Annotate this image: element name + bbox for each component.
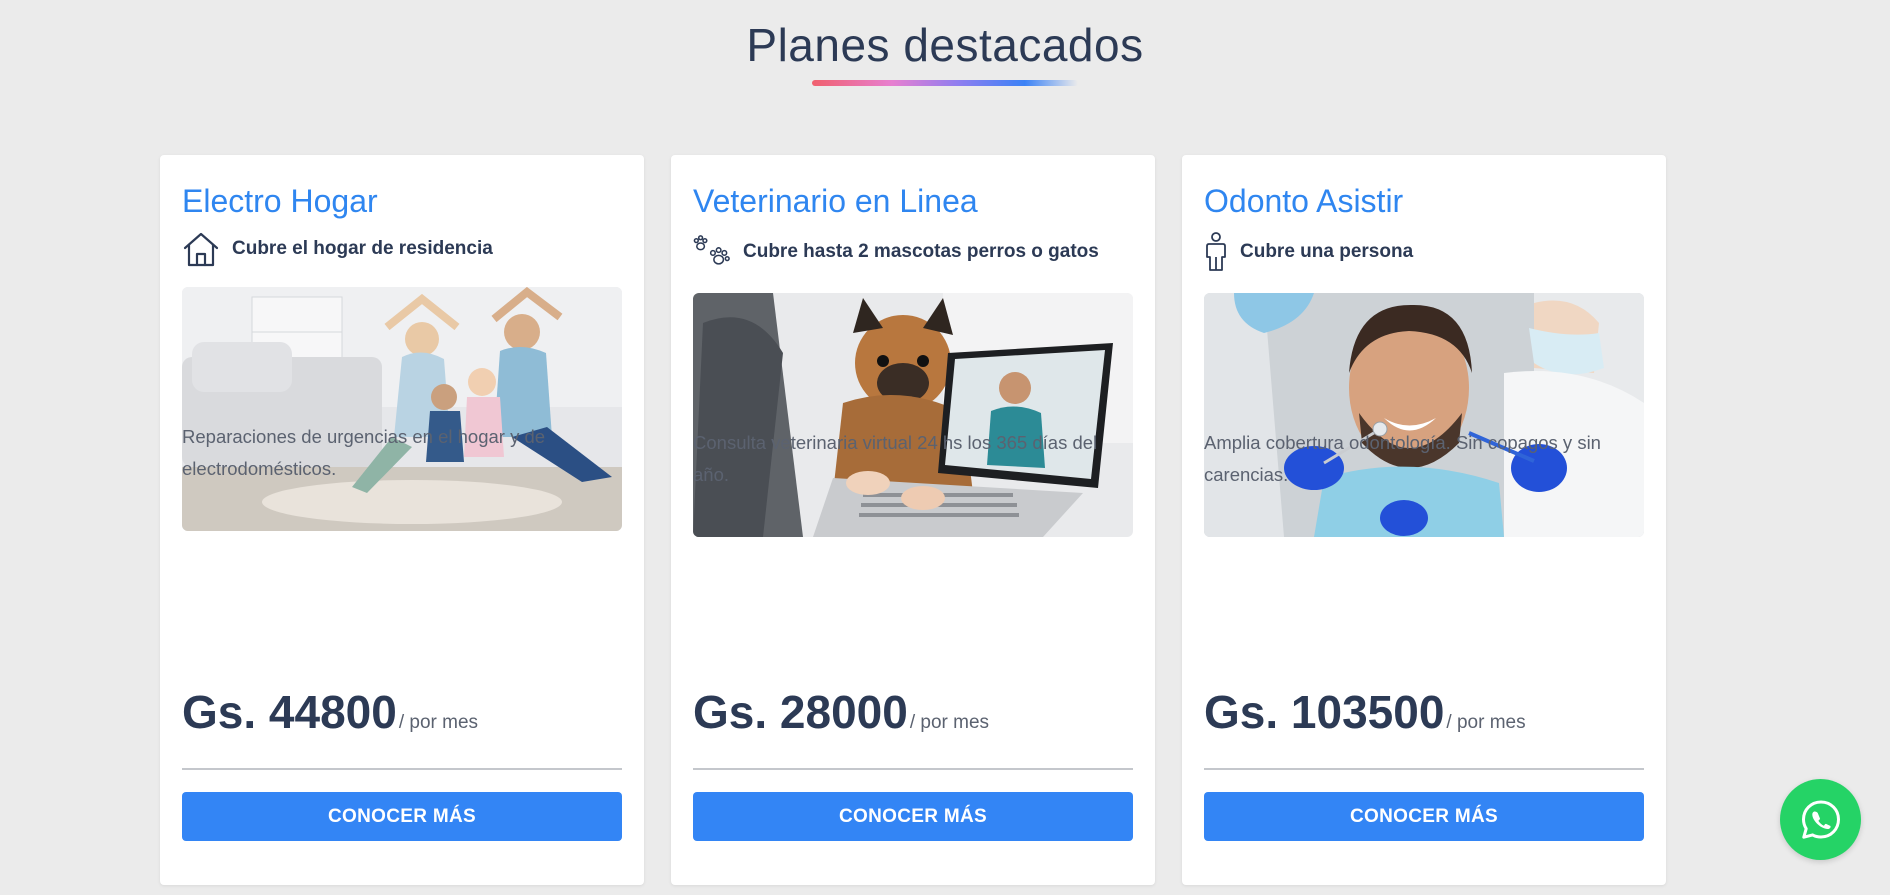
plan-title: Odonto Asistir bbox=[1204, 183, 1404, 219]
person-icon bbox=[1204, 232, 1228, 272]
conocer-mas-button[interactable]: CONOCER MÁS bbox=[182, 792, 622, 841]
plan-coverage: Cubre el hogar de residencia bbox=[182, 229, 493, 269]
price-period: / por mes bbox=[398, 712, 479, 733]
dentist-patient-photo bbox=[1204, 293, 1644, 537]
plan-price: Gs. 44800 bbox=[182, 686, 397, 738]
family-home-photo bbox=[182, 287, 622, 531]
price-row: Gs. 103500 / por mes bbox=[1204, 685, 1526, 739]
plan-card-odonto-asistir: Odonto Asistir Cubre una persona Amplia … bbox=[1182, 155, 1666, 885]
plan-cards: Electro Hogar Cubre el hogar de residenc… bbox=[160, 155, 1666, 885]
plan-description: Reparaciones de urgencias en el hogar y … bbox=[182, 426, 546, 479]
price-period: / por mes bbox=[1446, 712, 1526, 733]
plan-card-electro-hogar: Electro Hogar Cubre el hogar de residenc… bbox=[160, 155, 644, 885]
coverage-text: Cubre el hogar de residencia bbox=[232, 238, 493, 259]
plan-description: Amplia cobertura odontología. Sin copago… bbox=[1204, 432, 1601, 485]
whatsapp-icon bbox=[1799, 798, 1843, 842]
house-icon bbox=[182, 229, 220, 269]
whatsapp-button[interactable] bbox=[1780, 779, 1861, 860]
coverage-text: Cubre hasta 2 mascotas perros o gatos bbox=[743, 241, 1099, 262]
price-period: / por mes bbox=[909, 712, 990, 733]
plan-description: Consulta veterinaria virtual 24 hs los 3… bbox=[693, 432, 1098, 485]
divider bbox=[693, 768, 1133, 770]
conocer-mas-button[interactable]: CONOCER MÁS bbox=[1204, 792, 1644, 841]
title-underline bbox=[812, 80, 1078, 86]
plan-coverage: Cubre hasta 2 mascotas perros o gatos bbox=[693, 232, 1099, 272]
plan-card-veterinario: Veterinario en Linea Cubre hasta 2 masco… bbox=[671, 155, 1155, 885]
plan-price: Gs. 103500 bbox=[1204, 686, 1445, 738]
plan-coverage: Cubre una persona bbox=[1204, 232, 1413, 272]
divider bbox=[1204, 768, 1644, 770]
paw-prints-icon bbox=[693, 232, 731, 272]
price-row: Gs. 44800 / por mes bbox=[182, 685, 478, 739]
conocer-mas-button[interactable]: CONOCER MÁS bbox=[693, 792, 1133, 841]
divider bbox=[182, 768, 622, 770]
plan-title: Veterinario en Linea bbox=[693, 183, 978, 219]
page: Planes destacados Electro Hogar Cubre el… bbox=[0, 0, 1890, 895]
section-title: Planes destacados bbox=[746, 19, 1144, 71]
coverage-text: Cubre una persona bbox=[1240, 241, 1414, 262]
plan-price: Gs. 28000 bbox=[693, 686, 908, 738]
plan-title: Electro Hogar bbox=[182, 183, 378, 219]
dog-vet-video-call-photo bbox=[693, 293, 1133, 537]
price-row: Gs. 28000 / por mes bbox=[693, 685, 989, 739]
